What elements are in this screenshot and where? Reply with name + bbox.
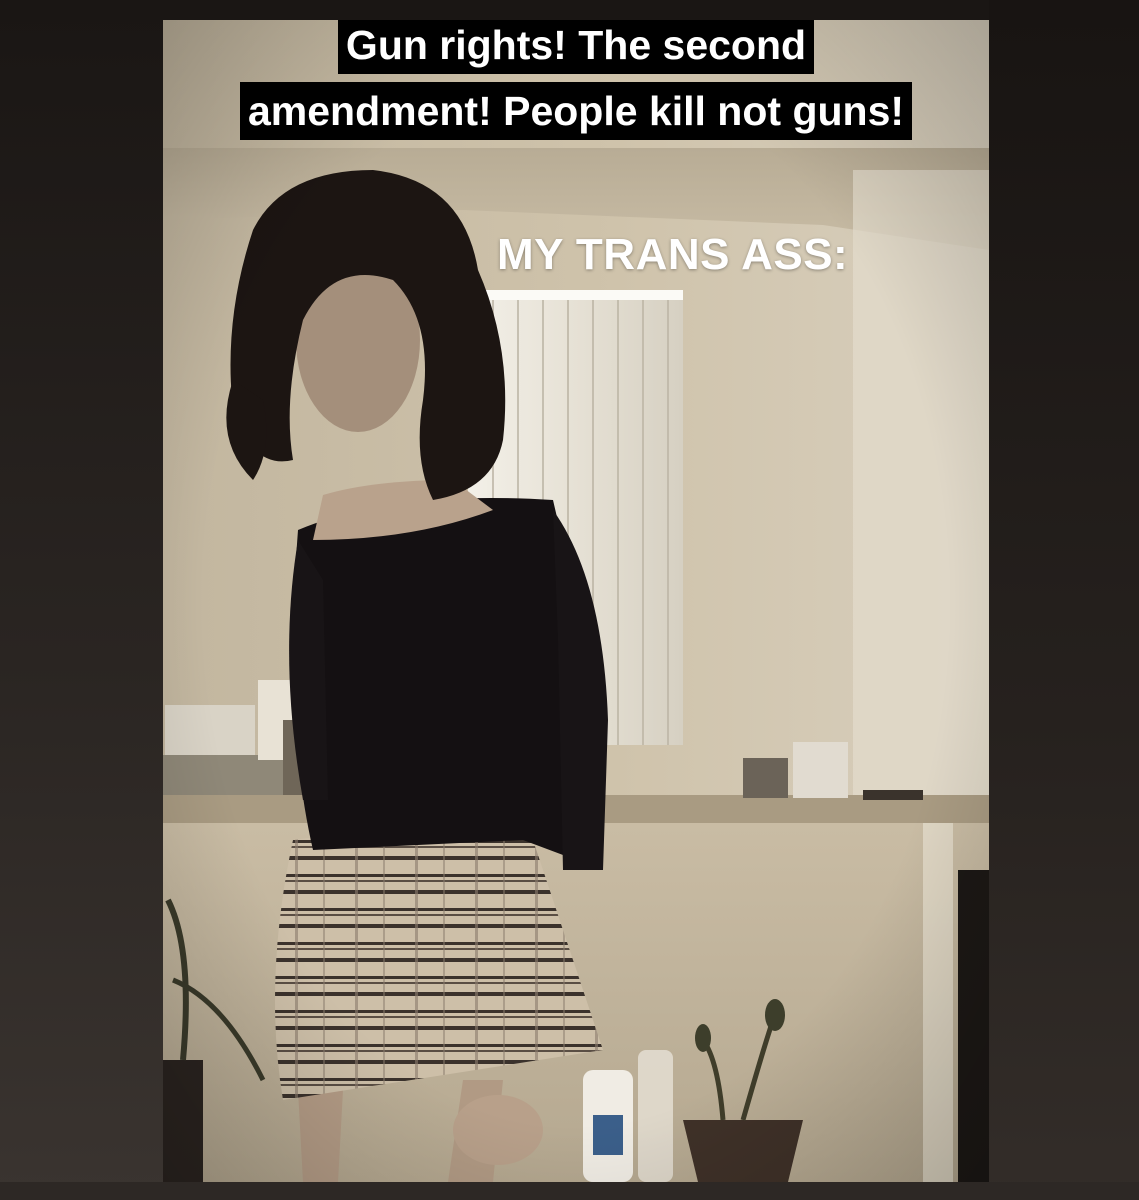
bottom-border (0, 1182, 1139, 1200)
photo-scene (163, 20, 989, 1182)
meme-photo: Gun rights! The second amendment! People… (163, 20, 989, 1182)
overlay-caption: MY TRANS ASS: (497, 230, 849, 279)
right-border (989, 0, 1139, 1200)
